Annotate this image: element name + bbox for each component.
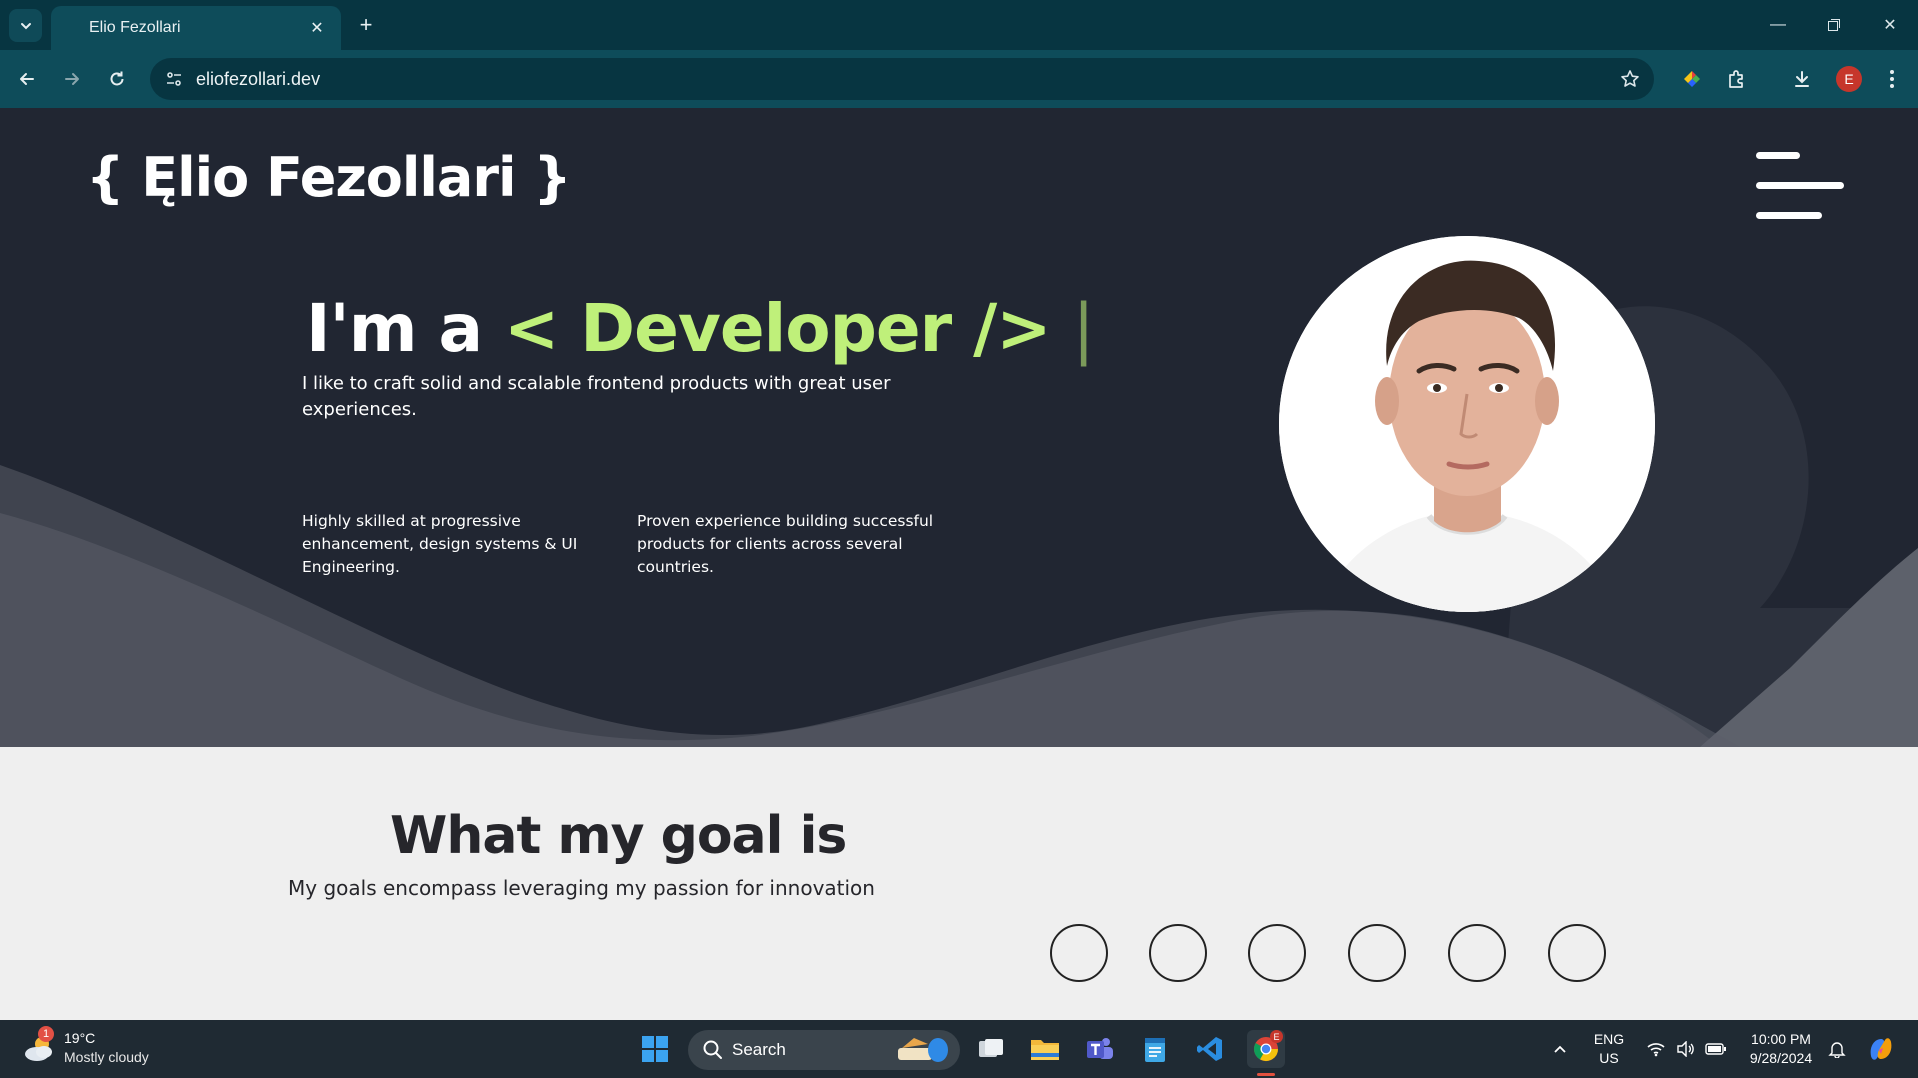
feature-text-experience: Proven experience building successful pr… xyxy=(637,512,934,576)
wifi-icon[interactable] xyxy=(1645,1038,1667,1060)
extensions-puzzle-icon[interactable] xyxy=(1720,63,1752,95)
download-icon[interactable] xyxy=(1786,63,1818,95)
tab-close-icon[interactable]: ✕ xyxy=(307,18,327,38)
restore-icon[interactable] xyxy=(1816,8,1852,42)
carousel-dot-6[interactable] xyxy=(1548,924,1606,982)
vscode-icon[interactable] xyxy=(1191,1030,1229,1068)
windows-taskbar: 1 19°C Mostly cloudy Search E ENG US 10:… xyxy=(0,1020,1918,1078)
search-highlight-icon xyxy=(898,1038,948,1062)
hero-headline: I'm a < Developer /> | xyxy=(306,290,1095,367)
hero-subtitle: I like to craft solid and scalable front… xyxy=(302,373,891,420)
language-code: ENG xyxy=(1593,1031,1625,1047)
url-text: eliofezollari.dev xyxy=(196,69,321,89)
profile-photo xyxy=(1279,236,1655,612)
carousel-dot-3[interactable] xyxy=(1248,924,1306,982)
copilot-icon[interactable] xyxy=(1864,1030,1898,1068)
minimize-icon[interactable]: — xyxy=(1760,8,1796,42)
hamburger-menu-icon[interactable] xyxy=(1756,152,1846,219)
tab-title: Elio Fezollari xyxy=(89,19,181,36)
goal-section-title: What my goal is xyxy=(390,806,847,866)
browser-toolbar: eliofezollari.dev E xyxy=(0,50,1918,108)
site-info-icon[interactable] xyxy=(162,67,186,91)
bookmark-star-icon[interactable] xyxy=(1618,67,1642,91)
hero-section: { Ęlio Fezollari } I'm a < Developer /> … xyxy=(0,108,1918,747)
search-label: Search xyxy=(732,1040,786,1059)
notification-bell-icon[interactable] xyxy=(1826,1038,1848,1060)
profile-avatar[interactable]: E xyxy=(1836,66,1862,92)
browser-menu-icon[interactable] xyxy=(1876,63,1908,95)
close-window-icon[interactable]: ✕ xyxy=(1872,8,1908,42)
carousel-dot-2[interactable] xyxy=(1149,924,1207,982)
windows-start-icon[interactable] xyxy=(636,1030,674,1068)
active-app-indicator xyxy=(1257,1073,1275,1076)
battery-icon[interactable] xyxy=(1705,1038,1727,1060)
new-tab-button[interactable]: + xyxy=(352,11,380,39)
back-icon[interactable] xyxy=(10,62,44,96)
task-view-icon[interactable] xyxy=(972,1030,1010,1068)
carousel-dot-5[interactable] xyxy=(1448,924,1506,982)
file-explorer-icon[interactable] xyxy=(1026,1030,1064,1068)
carousel-dot-4[interactable] xyxy=(1348,924,1406,982)
reload-icon[interactable] xyxy=(100,62,134,96)
typing-cursor: | xyxy=(1072,290,1095,367)
clock[interactable]: 10:00 PM 9/28/2024 xyxy=(1740,1030,1822,1068)
headline-accent: < Developer /> xyxy=(504,290,1052,367)
address-bar[interactable]: eliofezollari.dev xyxy=(150,58,1654,100)
volume-icon[interactable] xyxy=(1675,1038,1697,1060)
carousel-dot-1[interactable] xyxy=(1050,924,1108,982)
browser-titlebar: Elio Fezollari ✕ + — ✕ xyxy=(0,0,1918,50)
region-code: US xyxy=(1599,1050,1619,1066)
chrome-icon[interactable]: E xyxy=(1247,1030,1285,1068)
browser-tab-active[interactable]: Elio Fezollari ✕ xyxy=(51,6,341,50)
chevron-down-icon xyxy=(20,22,31,29)
weather-description: Mostly cloudy xyxy=(64,1049,149,1065)
feature-text-skills: Highly skilled at progressive enhancemen… xyxy=(302,512,578,576)
teams-icon[interactable] xyxy=(1081,1030,1119,1068)
chrome-profile-badge: E xyxy=(1270,1030,1283,1043)
show-hidden-icons-chevron-icon[interactable] xyxy=(1549,1038,1571,1060)
goal-section-subtitle: My goals encompass leveraging my passion… xyxy=(288,876,875,900)
taskbar-search-box[interactable]: Search xyxy=(688,1030,960,1070)
headline-prefix: I'm a xyxy=(306,290,505,367)
notepad-icon[interactable] xyxy=(1136,1030,1174,1068)
weather-temperature: 19°C xyxy=(64,1030,96,1046)
color-extension-icon[interactable] xyxy=(1676,63,1708,95)
clock-time: 10:00 PM xyxy=(1751,1031,1811,1047)
forward-icon[interactable] xyxy=(55,62,89,96)
language-indicator[interactable]: ENG US xyxy=(1590,1030,1628,1068)
site-logo[interactable]: { Ęlio Fezollari } xyxy=(86,146,572,209)
clock-date: 9/28/2024 xyxy=(1749,1050,1813,1066)
tab-search-button[interactable] xyxy=(9,9,42,42)
weather-alert-badge: 1 xyxy=(38,1026,54,1042)
search-icon xyxy=(703,1040,722,1059)
